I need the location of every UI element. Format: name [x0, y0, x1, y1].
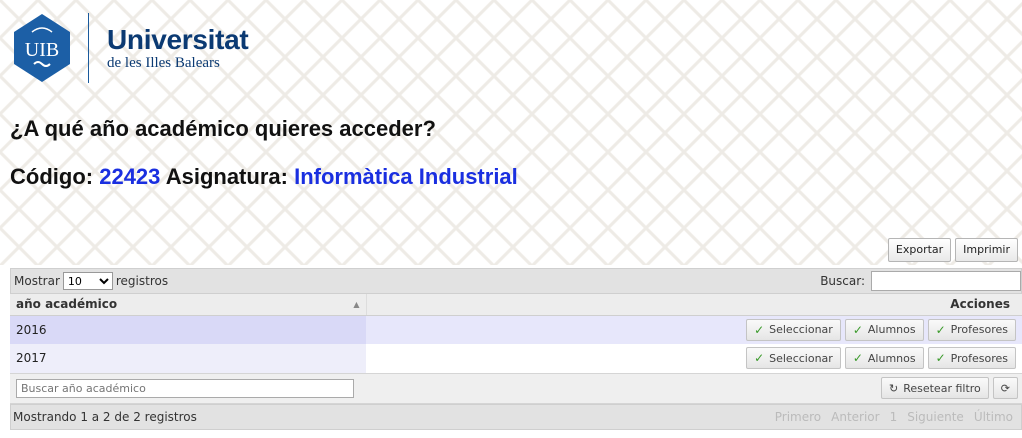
table-row: 2017 ✓ Seleccionar ✓ Alumnos ✓ Profesores — [10, 344, 1022, 374]
filter-actions: ↻ Resetear filtro ⟳ — [880, 377, 1018, 399]
refresh-icon: ⟳ — [1000, 381, 1010, 395]
logo-name: Universitat — [107, 24, 249, 55]
records-label: registros — [115, 274, 169, 288]
pager-prev[interactable]: Anterior — [831, 410, 879, 424]
search-input[interactable] — [871, 271, 1021, 291]
reset-filter-button[interactable]: ↻ Resetear filtro — [880, 377, 989, 399]
sort-asc-icon: ▲ — [353, 300, 360, 310]
print-button[interactable]: Imprimir — [955, 238, 1018, 262]
export-button[interactable]: Exportar — [887, 238, 952, 262]
subject-value: Informàtica Industrial — [294, 164, 518, 189]
year-filter-input[interactable] — [16, 378, 354, 398]
teachers-label: Profesores — [950, 323, 1008, 337]
column-header-year[interactable]: año académico ▲ — [10, 294, 367, 316]
years-table: año académico ▲ Acciones 2016 ✓ Seleccion… — [10, 294, 1022, 374]
check-icon: ✓ — [935, 322, 946, 337]
reset-filter-label: Resetear filtro — [903, 381, 981, 395]
check-icon: ✓ — [754, 351, 765, 366]
pager-last[interactable]: Último — [974, 410, 1013, 424]
year-cell: 2017 — [10, 344, 366, 374]
search-label: Buscar: — [820, 274, 865, 288]
logo-subname: de les Illes Balears — [107, 55, 220, 71]
check-icon: ✓ — [852, 322, 863, 337]
teachers-button[interactable]: ✓ Profesores — [927, 347, 1016, 370]
teachers-button[interactable]: ✓ Profesores — [927, 318, 1016, 341]
refresh-button[interactable]: ⟳ — [992, 377, 1018, 399]
export-toolbar: Exportar Imprimir — [887, 238, 1018, 262]
uib-seal-icon: UIB — [14, 14, 70, 82]
table-search: Buscar: — [820, 271, 1021, 291]
select-button[interactable]: ✓ Seleccionar — [746, 318, 841, 341]
svg-text:UIB: UIB — [25, 39, 59, 61]
column-header-year-label: año académico — [16, 297, 118, 312]
filter-row: ↻ Resetear filtro ⟳ — [10, 373, 1022, 404]
subject-heading: Código: 22423 Asignatura: Informàtica In… — [10, 164, 518, 190]
actions-cell: ✓ Seleccionar ✓ Alumnos ✓ Profesores — [366, 315, 1022, 344]
page-title: ¿A qué año académico quieres acceder? — [10, 116, 436, 141]
year-cell: 2016 — [10, 315, 366, 344]
students-button[interactable]: ✓ Alumnos — [844, 318, 924, 341]
students-label: Alumnos — [867, 323, 916, 337]
students-label: Alumnos — [867, 351, 916, 365]
actions-cell: ✓ Seleccionar ✓ Alumnos ✓ Profesores — [366, 344, 1022, 374]
code-value: 22423 — [99, 164, 161, 189]
pager-next[interactable]: Siguiente — [907, 410, 964, 424]
table-header-row: año académico ▲ Acciones — [10, 294, 1022, 316]
select-label: Seleccionar — [769, 351, 833, 365]
years-table-container: Mostrar 10 registros Buscar: año académi… — [10, 268, 1022, 430]
students-button[interactable]: ✓ Alumnos — [844, 347, 924, 370]
logo-divider — [88, 13, 89, 83]
table-toolbar: Mostrar 10 registros Buscar: — [10, 268, 1022, 294]
check-icon: ✓ — [852, 351, 863, 366]
column-header-actions: Acciones — [366, 294, 1022, 316]
check-icon: ✓ — [935, 351, 946, 366]
check-icon: ✓ — [754, 322, 765, 337]
show-label: Mostrar — [14, 274, 60, 288]
university-logo[interactable]: UIB Universitat de les Illes Balears — [10, 12, 249, 84]
teachers-label: Profesores — [950, 351, 1008, 365]
table-footer: Mostrando 1 a 2 de 2 registros Primero A… — [10, 403, 1022, 430]
reset-icon: ↻ — [888, 381, 899, 395]
page-length-select[interactable]: 10 — [62, 272, 113, 290]
select-button[interactable]: ✓ Seleccionar — [746, 347, 841, 370]
pager-page[interactable]: 1 — [890, 410, 898, 424]
select-label: Seleccionar — [769, 323, 833, 337]
table-row: 2016 ✓ Seleccionar ✓ Alumnos ✓ Profesores — [10, 315, 1022, 344]
subject-label: Asignatura: — [165, 164, 288, 189]
logo-text: Universitat de les Illes Balears — [107, 24, 249, 72]
table-info: Mostrando 1 a 2 de 2 registros — [13, 409, 197, 424]
pager-first[interactable]: Primero — [775, 410, 821, 424]
pagination: Primero Anterior 1 Siguiente Último — [775, 410, 1013, 424]
code-label: Código: — [10, 164, 94, 189]
